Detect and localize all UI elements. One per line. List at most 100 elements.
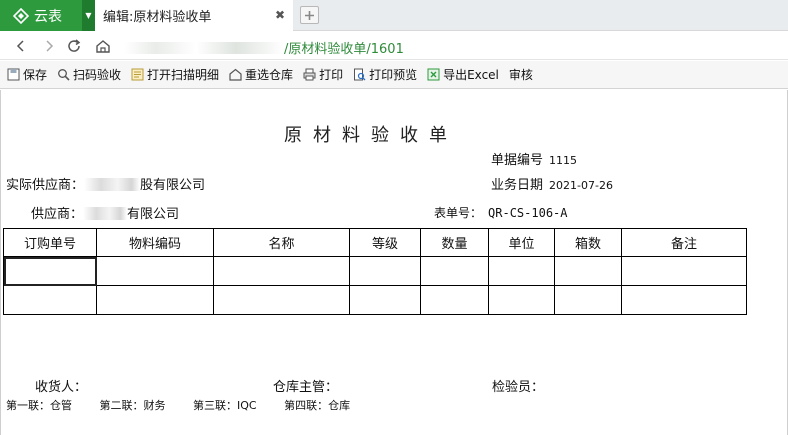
copy-label: 第一联：仓管 [6,399,72,412]
excel-icon [427,68,440,81]
table-cell[interactable] [420,256,489,286]
address-bar: /原材料验收单/1601 [0,31,788,60]
table-cell[interactable] [349,285,421,315]
table-cell[interactable] [96,285,214,315]
column-header: 等级 [349,228,421,257]
table-cell[interactable] [213,256,350,286]
open-scan-detail-label: 打开扫描明细 [147,68,220,82]
column-header: 物料编码 [96,228,214,257]
supplier-field: 供应商： 有限公司 [31,203,179,222]
detail-list-icon [131,68,144,81]
home-icon [96,40,110,53]
doc-number-value[interactable]: 1115 [549,154,577,167]
url-redacted-part [124,42,284,54]
print-preview-icon [354,68,366,81]
export-excel-label: 导出Excel [443,68,499,82]
copy-label: 第三联：IQC [193,399,257,412]
print-button[interactable]: 打印 [303,66,343,83]
url-path: /原材料验收单/1601 [284,42,404,57]
column-header: 备注 [621,228,747,257]
table-cell[interactable] [554,285,622,315]
export-excel-button[interactable]: 导出Excel [427,66,499,83]
print-preview-label: 打印预览 [369,68,418,82]
forward-arrow-icon [46,40,54,52]
form-number-field: 表单号： QR-CS-106-A [434,204,568,221]
supplier-label: 供应商： [31,207,84,222]
reselect-warehouse-button[interactable]: 重选仓库 [229,66,293,83]
new-tab-button[interactable] [300,6,319,24]
plus-icon [305,10,314,20]
supplier-redacted [83,207,128,220]
doc-number-field: 单据编号 1115 [491,149,577,168]
inspection-document: 原材料验收单 单据编号 1115 实际供应商： 股有限公司 业务日期 2021-07-… [0,90,788,435]
printer-icon [303,68,316,81]
refresh-button[interactable] [65,37,83,55]
column-header: 订购单号 [3,228,97,257]
actual-supplier-value[interactable]: 股有限公司 [140,178,205,193]
column-header: 名称 [213,228,350,257]
print-preview-button[interactable]: 打印预览 [353,66,417,83]
form-number-label: 表单号： [434,206,483,220]
table-cell[interactable] [621,285,747,315]
table-cell[interactable] [554,256,622,286]
app-logo-icon [13,7,29,24]
actual-supplier-redacted [84,178,141,191]
table-row [3,285,747,315]
warehouse-manager-signature: 仓库主管： [273,380,339,395]
review-button[interactable]: 审核 [509,66,533,83]
column-header: 单位 [488,228,555,257]
refresh-icon [68,39,81,52]
table-row [3,256,747,286]
tab-title: 编辑:原材料验收单 [103,10,212,25]
browser-tab-strip: 云表 ▼ 编辑:原材料验收单 ✖ [0,0,788,31]
copy-label: 第二联：财务 [99,399,166,412]
scan-check-button[interactable]: 扫码验收 [57,66,121,83]
form-number-value: QR-CS-106-A [488,206,568,220]
app-name: 云表 [34,8,62,25]
back-arrow-icon [16,40,24,52]
table-cell[interactable] [3,285,97,315]
table-cell-selected[interactable] [3,256,97,286]
table-cell[interactable] [488,256,555,286]
inspector-signature: 检验员： [492,380,545,395]
column-header: 箱数 [554,228,622,257]
tab-edit-inspection[interactable]: 编辑:原材料验收单 ✖ [95,0,293,31]
actual-supplier-field: 实际供应商： 股有限公司 [6,174,205,193]
supplier-value[interactable]: 有限公司 [127,207,179,222]
business-date-value[interactable]: 2021-07-26 [549,179,613,192]
receiver-signature: 收货人： [35,380,88,395]
reselect-warehouse-label: 重选仓库 [245,68,294,82]
home-button[interactable] [94,37,112,55]
app-menu-button[interactable]: 云表 [0,0,82,31]
warehouse-icon [229,68,242,81]
url-field[interactable]: /原材料验收单/1601 [124,38,404,57]
column-header: 数量 [420,228,489,257]
copy-label: 第四联：仓库 [284,399,351,412]
back-button[interactable] [12,37,30,55]
table-cell[interactable] [349,256,421,286]
save-label: 保存 [23,68,48,82]
open-scan-detail-button[interactable]: 打开扫描明细 [131,66,219,83]
document-title: 原材料验收单 [284,125,458,146]
save-button[interactable]: 保存 [7,66,47,83]
scan-search-icon [58,69,70,81]
actual-supplier-label: 实际供应商： [6,178,85,193]
table-cell[interactable] [488,285,555,315]
save-icon [7,68,20,81]
table-cell[interactable] [96,256,214,286]
table-cell[interactable] [213,285,350,315]
review-label: 审核 [508,68,533,82]
scan-check-label: 扫码验收 [73,68,122,82]
table-cell[interactable] [420,285,489,315]
close-icon[interactable]: ✖ [275,9,285,21]
action-toolbar: 保存 扫码验收 打开扫描明细 重选仓库 打印 打印预览 导出Excel 审核 [0,61,788,89]
doc-number-label: 单据编号 [491,153,544,168]
table-header-row: 订购单号 物料编码 名称 等级 数量 单位 箱数 备注 [3,228,747,257]
app-menu-dropdown-icon[interactable]: ▼ [82,0,95,31]
forward-button[interactable] [40,37,58,55]
business-date-field: 业务日期 2021-07-26 [491,174,613,193]
inspection-items-table: 订购单号 物料编码 名称 等级 数量 单位 箱数 备注 [3,228,747,315]
print-label: 打印 [319,68,344,82]
business-date-label: 业务日期 [491,178,544,193]
table-cell[interactable] [621,256,747,286]
